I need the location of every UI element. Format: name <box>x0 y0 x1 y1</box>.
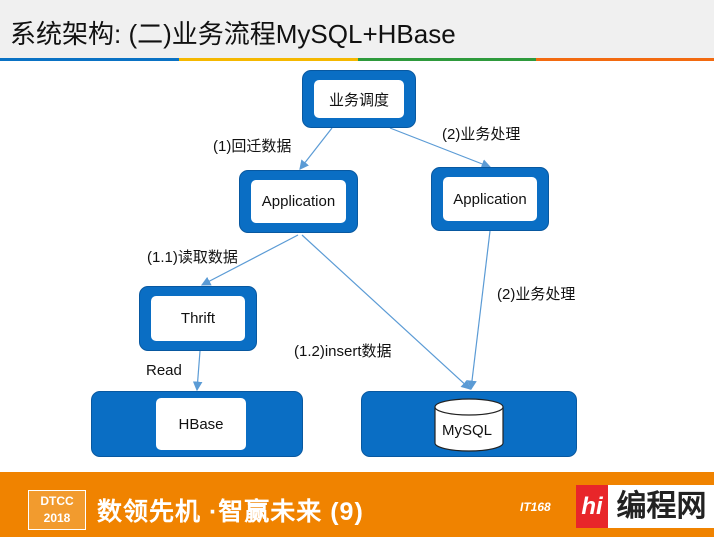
footer-banner: DTCC 2018 数领先机 ·智赢未来 (9) IT168 hi 编程网 <box>0 472 714 537</box>
thrift-node: Thrift <box>139 286 257 351</box>
scheduler-node: 业务调度 <box>302 70 416 128</box>
hbase-label: HBase <box>156 398 246 450</box>
hbase-cluster: HBase <box>91 391 303 457</box>
mysql-label: MySQL <box>442 422 493 439</box>
edge-label-insert: (1.2)insert数据 <box>294 343 392 360</box>
edge-label-read: Read <box>146 362 182 379</box>
arrow-app-right-to-mysql <box>467 230 491 391</box>
it168-logo: IT168 <box>520 500 551 514</box>
edge-label-business-1: (2)业务处理 <box>442 126 521 143</box>
edge-label-read-data: (1.1)读取数据 <box>147 249 238 266</box>
slogan: 数领先机 ·智赢未来 (9) <box>97 498 364 526</box>
scheduler-label: 业务调度 <box>314 80 404 118</box>
application-right-label: Application <box>443 177 537 221</box>
arrow-scheduler-to-app-left <box>299 127 333 170</box>
application-right-node: Application <box>431 167 549 231</box>
application-left-label: Application <box>251 180 346 223</box>
arrow-thrift-to-hbase <box>192 350 203 392</box>
mysql-cluster: MySQL <box>361 391 577 457</box>
edge-label-migrate: (1)回迁数据 <box>213 138 292 155</box>
thrift-label: Thrift <box>151 296 245 341</box>
arrow-app-left-to-mysql <box>301 234 471 390</box>
edge-label-business-2: (2)业务处理 <box>497 286 576 303</box>
application-left-node: Application <box>239 170 358 233</box>
brand-logo: hi 编程网 <box>576 485 714 528</box>
dtcc-logo: DTCC 2018 <box>28 490 86 530</box>
